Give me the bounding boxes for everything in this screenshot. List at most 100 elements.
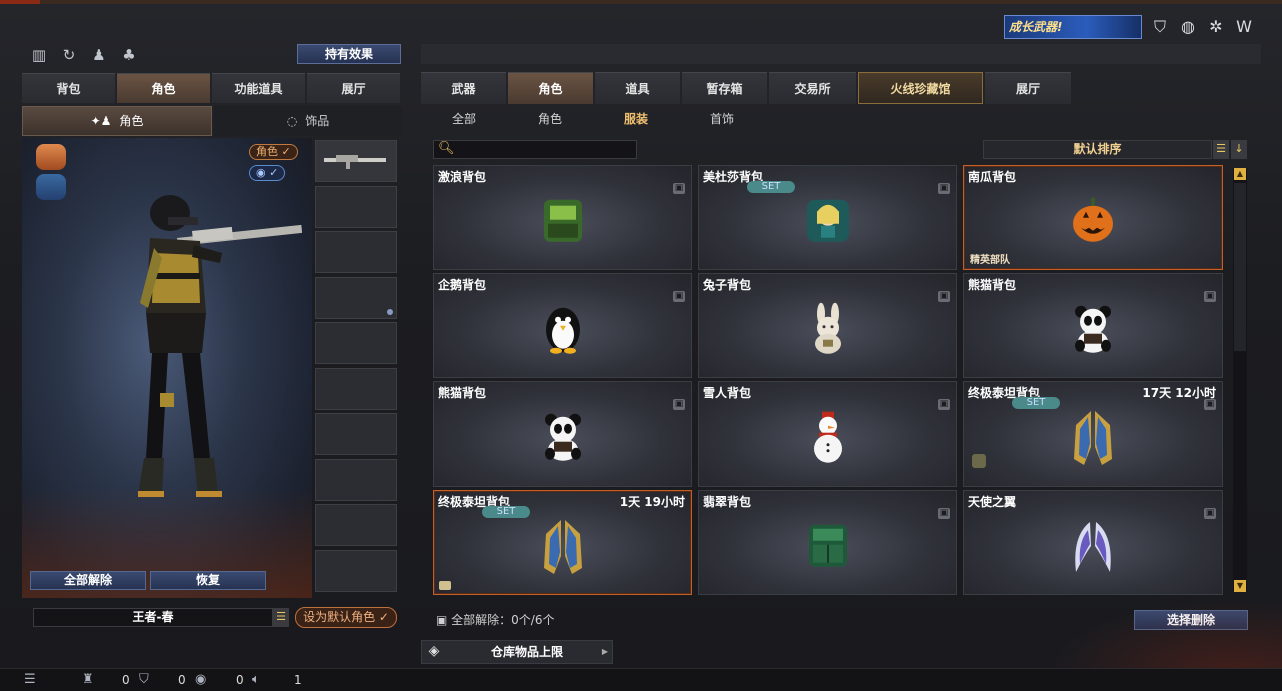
- item-card[interactable]: 美杜莎背包 ▣ SET: [698, 165, 957, 270]
- subtab-character[interactable]: ✦♟ 角色: [22, 106, 212, 136]
- slot-indicator-icon: [387, 308, 393, 315]
- equipment-slot[interactable]: [315, 458, 397, 501]
- unequip-all-button[interactable]: 全部解除: [30, 571, 146, 590]
- warehouse-limit-button[interactable]: ◈ 仓库物品上限 ▶: [421, 640, 613, 664]
- unequip-status: ▣ 全部解除：0个/6个: [436, 611, 554, 628]
- restore-button[interactable]: 恢复: [150, 571, 266, 590]
- character-preview[interactable]: 角色 ✓ ◉ ✓: [22, 138, 312, 598]
- shield-status-icon[interactable]: ⛉: [139, 671, 149, 689]
- item-card[interactable]: 终极泰坦背包 1天 19小时 SET: [433, 490, 692, 595]
- tab-character[interactable]: 角色: [117, 73, 210, 103]
- lock-icon[interactable]: ▣: [1204, 291, 1216, 302]
- tab-storage[interactable]: 暂存箱: [682, 72, 767, 104]
- layers-icon: ◈: [428, 643, 440, 659]
- lock-icon[interactable]: ▣: [1204, 508, 1216, 519]
- category-clothing[interactable]: 服装: [593, 106, 679, 132]
- equipment-slot[interactable]: [315, 413, 397, 455]
- subtab-character-label: 角色: [119, 114, 144, 128]
- select-delete-button[interactable]: 选择删除: [1134, 610, 1248, 630]
- item-card[interactable]: 南瓜背包 精英部队: [963, 165, 1223, 270]
- bag-icon[interactable]: ♣: [118, 44, 140, 66]
- category-all[interactable]: 全部: [421, 106, 507, 132]
- subtab-accessory[interactable]: ◌ 饰品: [214, 106, 402, 136]
- tab-backpack[interactable]: 背包: [22, 73, 115, 103]
- item-card[interactable]: 终极泰坦背包 17天 12小时 ▣ SET: [963, 381, 1223, 487]
- tab-character-right[interactable]: 角色: [508, 72, 593, 104]
- item-card[interactable]: 雪人背包 ▣: [698, 381, 957, 487]
- logo-icon[interactable]: W: [1234, 17, 1254, 37]
- scrollbar-thumb[interactable]: [1234, 183, 1246, 351]
- item-card[interactable]: 兔子背包 ▣: [698, 273, 957, 378]
- equipment-slot[interactable]: [315, 276, 397, 319]
- friends-icon[interactable]: ♜: [82, 671, 94, 689]
- globe-icon[interactable]: ◍: [1178, 17, 1198, 37]
- left-tabs: 背包 角色 功能道具 展厅: [22, 73, 400, 103]
- character-name-field[interactable]: 王者-春: [33, 608, 273, 627]
- category-jewelry[interactable]: 首饰: [679, 106, 765, 132]
- item-timer: 1天 19小时: [619, 495, 685, 509]
- role-toggle[interactable]: 角色 ✓: [249, 144, 298, 160]
- search-input[interactable]: 🔍︎: [433, 140, 637, 159]
- lock-icon[interactable]: ▣: [1204, 399, 1216, 410]
- item-card[interactable]: 翡翠背包 ▣: [698, 490, 957, 595]
- scroll-down-icon[interactable]: ▼: [1234, 580, 1246, 592]
- lock-icon[interactable]: ▣: [673, 399, 685, 410]
- lock-icon[interactable]: ▣: [938, 291, 950, 302]
- scroll-up-icon[interactable]: ▲: [1234, 168, 1246, 180]
- sort-direction-icon[interactable]: ↓: [1231, 140, 1247, 159]
- lock-icon[interactable]: ▣: [938, 399, 950, 410]
- item-card[interactable]: 激浪背包 ▣: [433, 165, 692, 270]
- promo-banner[interactable]: 成长武器!: [1004, 15, 1142, 39]
- shield-icon[interactable]: ⛉: [1150, 17, 1170, 37]
- equipment-slot[interactable]: [315, 549, 397, 592]
- team-badge-icon[interactable]: [36, 174, 66, 200]
- chat-icon[interactable]: ◉: [195, 671, 206, 689]
- item-name: 雪人背包: [703, 386, 752, 400]
- lock-icon[interactable]: ▣: [938, 183, 950, 194]
- tab-weapons[interactable]: 武器: [421, 72, 506, 104]
- equipment-slot[interactable]: [315, 185, 397, 228]
- tab-items[interactable]: 道具: [595, 72, 680, 104]
- list-icon[interactable]: ☰: [24, 671, 36, 689]
- item-name: 企鹅背包: [438, 278, 487, 292]
- equipment-slot[interactable]: [315, 231, 397, 273]
- stats-icon[interactable]: ▥: [28, 44, 50, 66]
- person-icon[interactable]: ♟: [88, 44, 110, 66]
- sort-dropdown[interactable]: 默认排序: [983, 140, 1212, 159]
- status-count-a: 0: [122, 673, 130, 687]
- lock-icon[interactable]: ▣: [673, 291, 685, 302]
- visibility-toggle[interactable]: ◉ ✓: [249, 165, 286, 181]
- menu-icon[interactable]: ☰: [273, 608, 289, 627]
- category-character[interactable]: 角色: [507, 106, 593, 132]
- set-default-role-button[interactable]: 设为默认角色 ✓: [295, 607, 397, 628]
- item-card[interactable]: 熊猫背包 ▣: [433, 381, 692, 487]
- equipment-slot[interactable]: [315, 140, 397, 182]
- chevron-right-icon: ▶: [601, 647, 608, 656]
- effects-button[interactable]: 持有效果: [297, 44, 401, 64]
- status-bar: ☰ ♜ 0 ⛉ 0 ◉ 0 🔈︎ 1: [0, 668, 1282, 691]
- list-view-icon[interactable]: ☰: [1213, 140, 1229, 159]
- tab-function-items[interactable]: 功能道具: [212, 73, 305, 103]
- volume-icon[interactable]: 🔈︎: [252, 671, 260, 689]
- equipment-slot[interactable]: [315, 322, 397, 364]
- set-badge: SET: [747, 181, 795, 193]
- unequip-icon: ▣: [436, 613, 452, 627]
- tab-showroom-right[interactable]: 展厅: [985, 72, 1071, 104]
- tab-collection[interactable]: 火线珍藏馆: [858, 72, 983, 104]
- tab-showroom[interactable]: 展厅: [307, 73, 400, 103]
- top-left-icons: ▥ ↻ ♟ ♣: [28, 44, 140, 66]
- refresh-icon[interactable]: ↻: [58, 44, 80, 66]
- item-card[interactable]: 企鹅背包 ▣: [433, 273, 692, 378]
- character-actions: 全部解除 恢复: [30, 571, 266, 590]
- item-card[interactable]: 天使之翼 ▣: [963, 490, 1223, 595]
- lock-icon[interactable]: ▣: [673, 183, 685, 194]
- status-count-d: 1: [294, 673, 302, 687]
- equipment-slot[interactable]: [315, 504, 397, 546]
- tab-exchange[interactable]: 交易所: [769, 72, 856, 104]
- rank-badge-icon[interactable]: [36, 144, 66, 170]
- tools-icon[interactable]: ✲: [1206, 17, 1226, 37]
- lock-icon[interactable]: ▣: [938, 508, 950, 519]
- top-accent: [0, 0, 1282, 4]
- item-card[interactable]: 熊猫背包 ▣: [963, 273, 1223, 378]
- equipment-slot[interactable]: [315, 367, 397, 410]
